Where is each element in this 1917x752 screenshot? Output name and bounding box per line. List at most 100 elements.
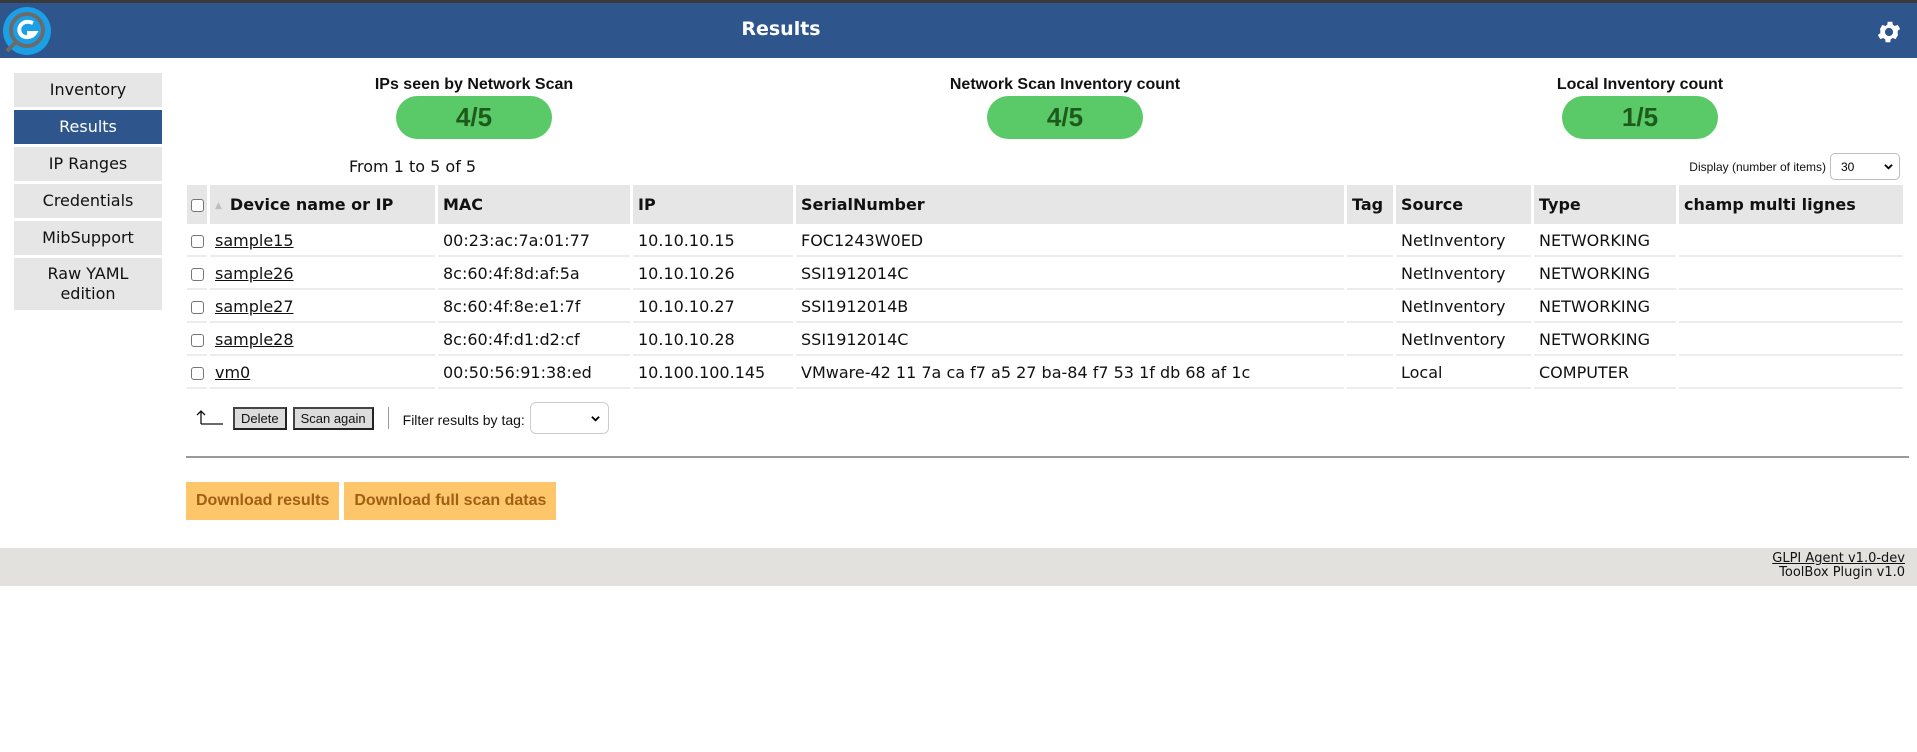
chevron-down-icon bbox=[1884, 164, 1893, 170]
sort-ascending-icon: ▲ bbox=[215, 200, 222, 211]
device-name-cell: sample15 bbox=[210, 226, 435, 257]
select-all-cell bbox=[187, 185, 207, 224]
counter-label: Local Inventory count bbox=[1556, 76, 1724, 93]
filter-tag-label: Filter results by tag: bbox=[402, 412, 525, 428]
counter-ips-seen: IPs seen by Network Scan 4/5 bbox=[368, 76, 580, 139]
page-title: Results bbox=[741, 18, 821, 40]
table-row: sample28 8c:60:4f:d1:d2:cf 10.10.10.28 S… bbox=[187, 325, 1903, 356]
counter-local-inventory: Local Inventory count 1/5 bbox=[1540, 76, 1740, 139]
sidebar-item-inventory[interactable]: Inventory bbox=[14, 73, 162, 107]
glpi-agent-version-link[interactable]: GLPI Agent v1.0-dev bbox=[1772, 551, 1905, 566]
type-cell: NETWORKING bbox=[1534, 259, 1676, 290]
row-checkbox[interactable] bbox=[191, 235, 204, 248]
multi-cell bbox=[1679, 226, 1903, 257]
gear-icon[interactable] bbox=[1875, 18, 1903, 46]
device-link[interactable]: sample15 bbox=[215, 231, 294, 250]
row-select-cell bbox=[187, 226, 207, 257]
source-cell: NetInventory bbox=[1396, 292, 1531, 323]
table-header-row: ▲ Device name or IP MAC IP SerialNumber T… bbox=[187, 185, 1903, 224]
table-row: vm0 00:50:56:91:38:ed 10.100.100.145 VMw… bbox=[187, 358, 1903, 389]
tag-cell bbox=[1347, 226, 1393, 257]
ip-cell: 10.100.100.145 bbox=[633, 358, 793, 389]
divider bbox=[387, 407, 389, 429]
display-count-select[interactable]: 30 bbox=[1830, 153, 1900, 180]
tag-cell bbox=[1347, 259, 1393, 290]
row-select-cell bbox=[187, 358, 207, 389]
row-checkbox[interactable] bbox=[191, 334, 204, 347]
column-header-type[interactable]: Type bbox=[1534, 185, 1676, 224]
multi-cell bbox=[1679, 358, 1903, 389]
section-divider bbox=[186, 456, 1909, 458]
device-name-cell: sample27 bbox=[210, 292, 435, 323]
mac-cell: 00:23:ac:7a:01:77 bbox=[438, 226, 630, 257]
serial-cell: SSI1912014C bbox=[796, 325, 1344, 356]
source-cell: NetInventory bbox=[1396, 325, 1531, 356]
download-results-button[interactable]: Download results bbox=[186, 482, 340, 520]
device-name-cell: sample26 bbox=[210, 259, 435, 290]
column-header-ip[interactable]: IP bbox=[633, 185, 793, 224]
chevron-down-icon bbox=[591, 415, 600, 422]
download-full-scan-button[interactable]: Download full scan datas bbox=[344, 482, 557, 520]
sidebar-item-ip-ranges[interactable]: IP Ranges bbox=[14, 147, 162, 181]
source-cell: NetInventory bbox=[1396, 259, 1531, 290]
multi-cell bbox=[1679, 292, 1903, 323]
type-cell: NETWORKING bbox=[1534, 325, 1676, 356]
counter-network-scan-inventory: Network Scan Inventory count 4/5 bbox=[940, 76, 1190, 139]
sidebar-item-raw-yaml-edition[interactable]: Raw YAML edition bbox=[14, 258, 162, 310]
display-count-value: 30 bbox=[1841, 159, 1855, 174]
device-link[interactable]: sample28 bbox=[215, 330, 294, 349]
pagination-range: From 1 to 5 of 5 bbox=[349, 157, 477, 176]
ip-cell: 10.10.10.26 bbox=[633, 259, 793, 290]
column-header-mac[interactable]: MAC bbox=[438, 185, 630, 224]
type-cell: NETWORKING bbox=[1534, 292, 1676, 323]
device-name-cell: sample28 bbox=[210, 325, 435, 356]
counter-label: IPs seen by Network Scan bbox=[374, 76, 574, 93]
serial-cell: VMware-42 11 7a ca f7 a5 27 ba-84 f7 53 … bbox=[796, 358, 1344, 389]
row-select-cell bbox=[187, 259, 207, 290]
ip-cell: 10.10.10.15 bbox=[633, 226, 793, 257]
ip-cell: 10.10.10.28 bbox=[633, 325, 793, 356]
filter-tag-select[interactable] bbox=[529, 402, 609, 434]
scan-again-button[interactable]: Scan again bbox=[292, 406, 374, 430]
column-header-source[interactable]: Source bbox=[1396, 185, 1531, 224]
footer: GLPI Agent v1.0-dev ToolBox Plugin v1.0 bbox=[0, 548, 1917, 586]
source-cell: NetInventory bbox=[1396, 226, 1531, 257]
column-header-serial-number[interactable]: SerialNumber bbox=[796, 185, 1344, 224]
sidebar-item-mibsupport[interactable]: MibSupport bbox=[14, 221, 162, 255]
selection-arrow-icon bbox=[196, 410, 223, 425]
serial-cell: FOC1243W0ED bbox=[796, 226, 1344, 257]
row-select-cell bbox=[187, 292, 207, 323]
mac-cell: 8c:60:4f:d1:d2:cf bbox=[438, 325, 630, 356]
sidebar-item-credentials[interactable]: Credentials bbox=[14, 184, 162, 218]
multi-cell bbox=[1679, 259, 1903, 290]
column-header-tag[interactable]: Tag bbox=[1347, 185, 1393, 224]
column-header-champ-multi-lignes[interactable]: champ multi lignes bbox=[1679, 185, 1903, 224]
multi-cell bbox=[1679, 325, 1903, 356]
mac-cell: 8c:60:4f:8d:af:5a bbox=[438, 259, 630, 290]
delete-button[interactable]: Delete bbox=[233, 406, 287, 430]
display-count-control: Display (number of items) 30 bbox=[1689, 153, 1900, 180]
serial-cell: SSI1912014B bbox=[796, 292, 1344, 323]
table-row: sample26 8c:60:4f:8d:af:5a 10.10.10.26 S… bbox=[187, 259, 1903, 290]
row-checkbox[interactable] bbox=[191, 268, 204, 281]
device-link[interactable]: sample27 bbox=[215, 297, 294, 316]
sidebar-item-results[interactable]: Results bbox=[14, 110, 162, 144]
row-checkbox[interactable] bbox=[191, 367, 204, 380]
results-table: ▲ Device name or IP MAC IP SerialNumber T… bbox=[184, 183, 1906, 391]
counter-value: 4/5 bbox=[987, 96, 1143, 139]
select-all-checkbox[interactable] bbox=[191, 199, 204, 212]
tag-cell bbox=[1347, 325, 1393, 356]
counter-value: 4/5 bbox=[396, 96, 552, 139]
table-row: sample15 00:23:ac:7a:01:77 10.10.10.15 F… bbox=[187, 226, 1903, 257]
download-buttons: Download results Download full scan data… bbox=[186, 482, 561, 520]
tag-cell bbox=[1347, 292, 1393, 323]
device-link[interactable]: vm0 bbox=[215, 363, 250, 382]
sidebar-nav: Inventory Results IP Ranges Credentials … bbox=[14, 73, 162, 313]
type-cell: COMPUTER bbox=[1534, 358, 1676, 389]
serial-cell: SSI1912014C bbox=[796, 259, 1344, 290]
device-link[interactable]: sample26 bbox=[215, 264, 294, 283]
column-header-device-name[interactable]: ▲ Device name or IP bbox=[210, 185, 435, 224]
row-checkbox[interactable] bbox=[191, 301, 204, 314]
device-name-cell: vm0 bbox=[210, 358, 435, 389]
app-header: Results bbox=[0, 3, 1917, 58]
